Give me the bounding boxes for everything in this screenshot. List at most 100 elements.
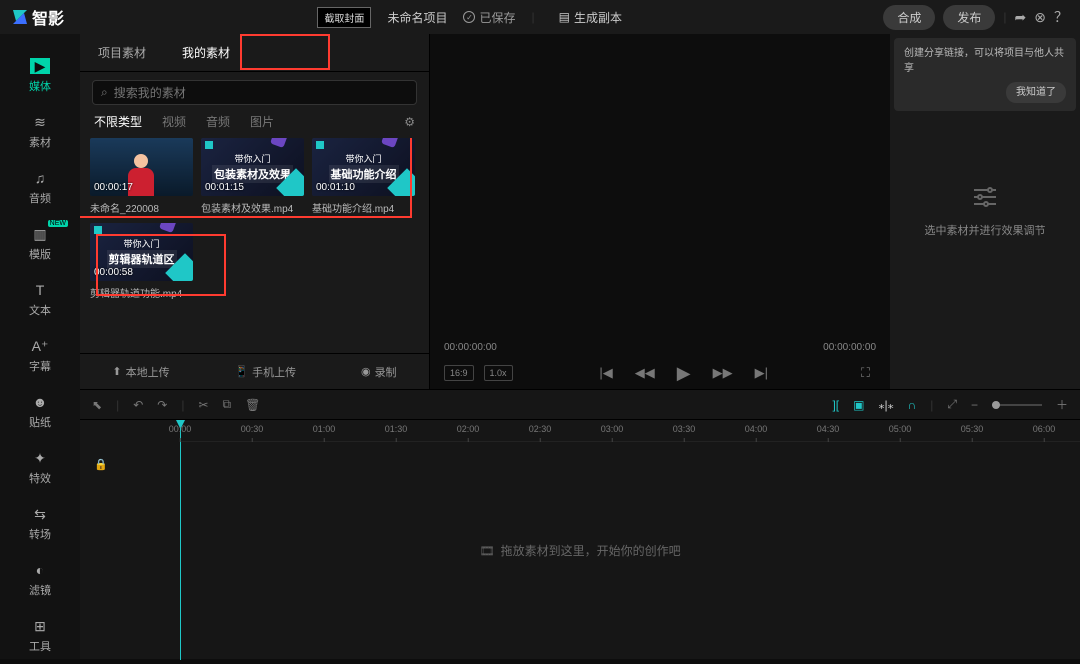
sidebar-label: 转场 bbox=[29, 526, 51, 542]
share-icon[interactable]: ➦ bbox=[1015, 9, 1027, 26]
prev-clip-button[interactable]: |◀ bbox=[593, 365, 618, 381]
sidebar-item-1[interactable]: ≋素材 bbox=[0, 104, 80, 160]
filter-video[interactable]: 视频 bbox=[162, 113, 186, 130]
sidebar-label: 特效 bbox=[29, 470, 51, 486]
filter-all[interactable]: 不限类型 bbox=[94, 113, 142, 130]
upload-local-button[interactable]: ⬆本地上传 bbox=[112, 364, 169, 380]
fit-button[interactable]: ⤢ bbox=[947, 397, 957, 412]
ruler-tick: 06:00 bbox=[1033, 424, 1056, 434]
redo-button[interactable]: ↷ bbox=[157, 398, 167, 412]
speed-button[interactable]: 1.0x bbox=[484, 365, 513, 381]
logo-mark-icon bbox=[12, 9, 28, 25]
thumb-name: 未命名_220008 bbox=[90, 200, 193, 215]
ruler-tick: 03:00 bbox=[601, 424, 624, 434]
undo-button[interactable]: ↶ bbox=[133, 398, 143, 412]
timeline-ruler[interactable]: 00:0000:3001:0001:3002:0002:3003:0003:30… bbox=[180, 420, 1080, 442]
mobile-icon: 📱 bbox=[234, 365, 248, 378]
copy-button[interactable]: ⧉ bbox=[223, 397, 232, 412]
crop-button[interactable]: ▣ bbox=[853, 398, 864, 412]
ruler-tick: 00:00 bbox=[169, 424, 192, 434]
track-lock-icon[interactable]: 🔒 bbox=[94, 458, 108, 471]
asset-thumb[interactable]: 带你入门剪辑器轨道区00:00:58剪辑器轨道功能.mp4 bbox=[90, 223, 193, 300]
publish-button[interactable]: 发布 bbox=[943, 5, 995, 30]
sidebar-item-10[interactable]: ⊞工具 bbox=[0, 608, 80, 664]
rewind-button[interactable]: ◀◀ bbox=[629, 365, 661, 381]
magnet-button[interactable]: ∩ bbox=[908, 398, 917, 412]
help-icon[interactable]: ？ bbox=[1054, 7, 1068, 27]
check-icon: ✓ bbox=[463, 11, 475, 23]
sidebar-item-4[interactable]: T文本 bbox=[0, 272, 80, 328]
zoom-in-button[interactable]: ＋ bbox=[1056, 396, 1068, 413]
generate-script-button[interactable]: ▤ 生成副本 bbox=[551, 5, 630, 30]
tip-ok-button[interactable]: 我知道了 bbox=[1006, 82, 1066, 103]
filter-settings-icon[interactable]: ⚙ bbox=[404, 115, 415, 129]
sidebar-label: 字幕 bbox=[29, 358, 51, 374]
settings-icon[interactable]: ⊗ bbox=[1034, 9, 1046, 26]
sidebar-item-8[interactable]: ⇆转场 bbox=[0, 496, 80, 552]
sidebar-label: 素材 bbox=[29, 134, 51, 150]
sidebar-icon: ♫ bbox=[30, 170, 50, 186]
zoom-out-button[interactable]: − bbox=[971, 398, 978, 412]
ruler-tick: 01:00 bbox=[313, 424, 336, 434]
sidebar-icon: A⁺ bbox=[30, 338, 50, 354]
audio-wave-button[interactable]: ⁎|⁎ bbox=[878, 398, 893, 412]
asset-search[interactable]: ⌕ bbox=[92, 80, 417, 105]
compose-button[interactable]: 合成 bbox=[883, 5, 935, 30]
upload-mobile-button[interactable]: 📱手机上传 bbox=[234, 364, 296, 380]
title-bar: 智影 截取封面 未命名项目 ✓ 已保存 | ▤ 生成副本 合成 发布 | ➦ ⊗… bbox=[0, 0, 1080, 34]
ruler-tick: 02:00 bbox=[457, 424, 480, 434]
sidebar-item-6[interactable]: ☻贴纸 bbox=[0, 384, 80, 440]
script-icon: ▤ bbox=[559, 10, 570, 24]
sidebar-icon: ▥ bbox=[30, 226, 50, 242]
ruler-tick: 00:30 bbox=[241, 424, 264, 434]
sidebar-item-0[interactable]: ▶媒体 bbox=[0, 48, 80, 104]
thumb-name: 包装素材及效果.mp4 bbox=[201, 200, 304, 215]
tab-project-assets[interactable]: 项目素材 bbox=[80, 34, 164, 71]
timeline-tracks[interactable]: 🔒 🎞 拖放素材到这里，开始你的创作吧 bbox=[80, 442, 1080, 659]
asset-thumb[interactable]: 00:00:17 未命名_220008 bbox=[90, 138, 193, 215]
aspect-ratio-button[interactable]: 16:9 bbox=[444, 365, 474, 381]
delete-button[interactable]: 🗑 bbox=[245, 398, 260, 412]
play-button[interactable]: ▶ bbox=[671, 363, 697, 384]
split-button[interactable]: ✂ bbox=[198, 398, 208, 412]
timeline-panel: ⬉ | ↶ ↷ | ✂ ⧉ 🗑 ][ ▣ ⁎|⁎ ∩ | ⤢ − ＋ bbox=[80, 389, 1080, 659]
sidebar-item-5[interactable]: A⁺ 字幕 bbox=[0, 328, 80, 384]
fullscreen-button[interactable]: ⛶ bbox=[855, 365, 876, 381]
zoom-slider[interactable] bbox=[992, 404, 1042, 406]
record-icon: ◉ bbox=[361, 365, 371, 378]
timeline-toolbar: ⬉ | ↶ ↷ | ✂ ⧉ 🗑 ][ ▣ ⁎|⁎ ∩ | ⤢ − ＋ bbox=[80, 390, 1080, 420]
forward-button[interactable]: ▶▶ bbox=[707, 365, 739, 381]
mark-in-button[interactable]: ][ bbox=[832, 398, 839, 412]
sidebar-icon: ✦ bbox=[30, 450, 50, 466]
timeline-drop-hint: 🎞 拖放素材到这里，开始你的创作吧 bbox=[479, 542, 680, 559]
thumb-duration: 00:00:17 bbox=[94, 182, 133, 193]
search-input[interactable] bbox=[114, 86, 408, 100]
cover-capture-button[interactable]: 截取封面 bbox=[317, 7, 371, 28]
save-status: ✓ 已保存 bbox=[463, 9, 515, 26]
search-icon: ⌕ bbox=[101, 85, 108, 100]
next-clip-button[interactable]: ▶| bbox=[749, 365, 774, 381]
sidebar-icon: ◐ bbox=[30, 562, 50, 578]
asset-filter-row: 不限类型 视频 音频 图片 ⚙ bbox=[80, 113, 429, 138]
left-sidebar: ▶媒体≋素材♫音频▥模版NEWT文本A⁺字幕☻贴纸✦特效⇆转场◐滤镜⊞工具 bbox=[0, 34, 80, 659]
inspector-hint: 选中素材并进行效果调节 bbox=[925, 222, 1046, 238]
tab-my-assets[interactable]: 我的素材 bbox=[164, 34, 248, 71]
ruler-tick: 01:30 bbox=[385, 424, 408, 434]
pointer-tool-button[interactable]: ⬉ bbox=[92, 398, 102, 412]
sidebar-item-3[interactable]: ▥模版NEW bbox=[0, 216, 80, 272]
sidebar-item-7[interactable]: ✦ 特效 bbox=[0, 440, 80, 496]
asset-thumb[interactable]: 带你入门包装素材及效果00:01:15包装素材及效果.mp4 bbox=[201, 138, 304, 215]
filter-audio[interactable]: 音频 bbox=[206, 113, 230, 130]
thumb-name: 剪辑器轨道功能.mp4 bbox=[90, 285, 193, 300]
preview-canvas[interactable] bbox=[430, 34, 890, 338]
project-name[interactable]: 未命名项目 bbox=[387, 9, 447, 26]
thumb-name: 基础功能介绍.mp4 bbox=[312, 200, 415, 215]
sidebar-item-9[interactable]: ◐滤镜 bbox=[0, 552, 80, 608]
record-button[interactable]: ◉录制 bbox=[361, 364, 397, 380]
ruler-tick: 04:00 bbox=[745, 424, 768, 434]
filter-image[interactable]: 图片 bbox=[250, 113, 274, 130]
sidebar-item-2[interactable]: ♫音频 bbox=[0, 160, 80, 216]
asset-thumb[interactable]: 带你入门基础功能介绍00:01:10基础功能介绍.mp4 bbox=[312, 138, 415, 215]
ruler-tick: 05:30 bbox=[961, 424, 984, 434]
new-badge: NEW bbox=[48, 220, 68, 227]
